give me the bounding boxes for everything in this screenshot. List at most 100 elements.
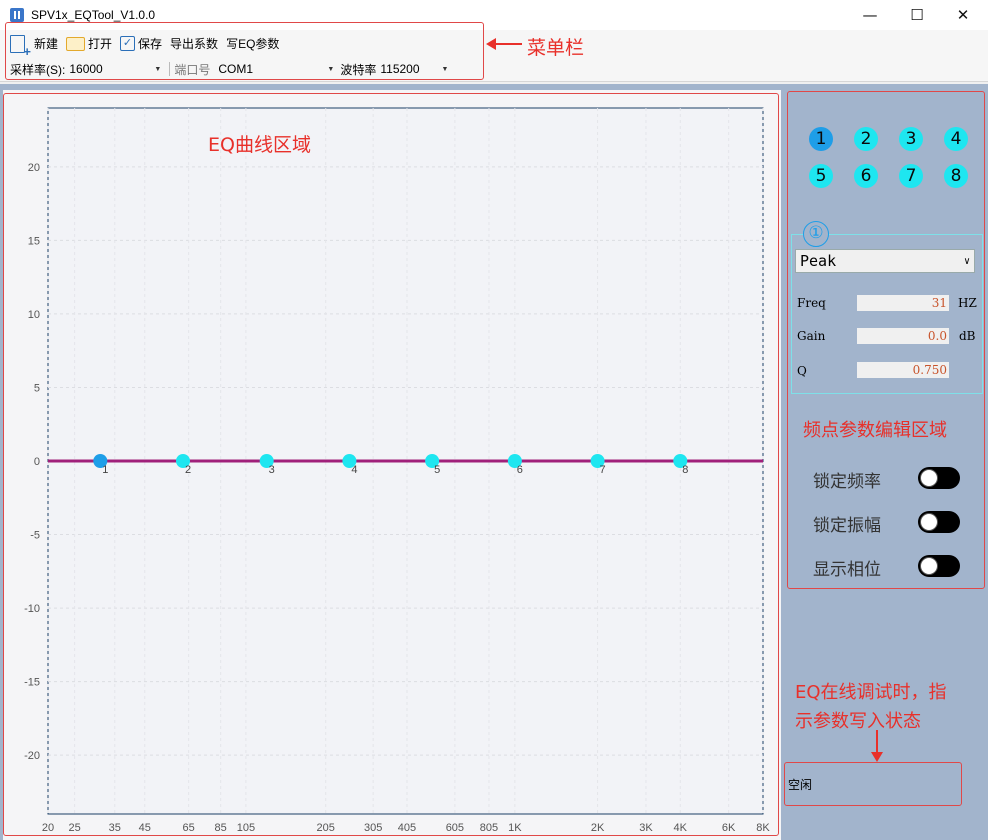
eq-band-point-label: 6 xyxy=(517,464,523,476)
x-tick-label: 805 xyxy=(480,822,498,834)
band-button-5[interactable]: 5 xyxy=(809,164,833,188)
dropdown-arrow-icon: ▼ xyxy=(327,65,335,73)
toolbar-settings: 采样率(S): 16000 ▼ 端口号 COM1 ▼ 波特率 115200 ▼ xyxy=(10,59,452,79)
menu-annotation: 菜单栏 xyxy=(527,37,585,59)
x-tick-label: 405 xyxy=(398,822,416,834)
x-tick-label: 305 xyxy=(364,822,382,834)
gain-unit: dB xyxy=(959,329,976,343)
band-button-1[interactable]: 1 xyxy=(809,127,833,151)
sample-rate-label: 采样率(S): xyxy=(10,62,66,77)
save-button[interactable]: ✓ 保存 xyxy=(120,35,162,52)
band-button-2[interactable]: 2 xyxy=(854,127,878,151)
x-tick-label: 205 xyxy=(317,822,335,834)
toggle-knob xyxy=(920,469,938,487)
band-button-8[interactable]: 8 xyxy=(944,164,968,188)
band-button-7[interactable]: 7 xyxy=(899,164,923,188)
x-tick-label: 2K xyxy=(591,822,605,834)
x-tick-label: 85 xyxy=(215,822,227,834)
folder-icon xyxy=(66,36,86,51)
app-icon xyxy=(10,8,24,22)
freq-unit: HZ xyxy=(958,296,977,310)
write-status: 空闲 xyxy=(788,778,813,792)
sample-rate-value: 16000 xyxy=(69,62,103,76)
dropdown-arrow-icon: ▼ xyxy=(441,65,449,73)
show-phase-toggle[interactable] xyxy=(918,555,960,577)
write-label: 写EQ参数 xyxy=(226,37,280,51)
eq-chart-panel: 20 15 10 5 0 -5 -10 -15 -20 20 25 35 45 65 85 105 205 305… xyxy=(3,90,781,840)
gain-label: Gain xyxy=(797,329,826,343)
band-button-4[interactable]: 4 xyxy=(944,127,968,151)
new-file-icon xyxy=(10,34,31,59)
eq-chart[interactable]: 20151050-5-10-15-2020 25 35 45 65 85 105 205 305… xyxy=(3,90,781,840)
baud-label: 波特率 xyxy=(340,62,377,77)
freq-input[interactable]: 31 xyxy=(857,295,949,311)
dropdown-arrow-icon: ▼ xyxy=(154,65,162,73)
lock-freq-toggle[interactable] xyxy=(918,467,960,489)
toolbar-actions: 新建 打开 ✓ 保存 导出系数 写EQ参数 xyxy=(10,30,287,59)
x-tick-label: 45 xyxy=(139,822,151,834)
status-note-line1: EQ在线调试时，指 xyxy=(795,682,947,703)
x-tick-label: 4K xyxy=(674,822,688,834)
y-tick-label: -20 xyxy=(24,750,40,762)
eq-band-point-label: 3 xyxy=(269,464,275,476)
y-tick-label: 5 xyxy=(34,382,40,394)
eq-band-point-label: 8 xyxy=(682,464,688,476)
x-tick-label: 6K xyxy=(722,822,736,834)
y-tick-label: 20 xyxy=(28,162,40,174)
maximize-button[interactable]: ☐ xyxy=(894,0,940,30)
port-label: 端口号 xyxy=(174,62,211,77)
new-label: 新建 xyxy=(34,37,59,51)
band-button-3[interactable]: 3 xyxy=(899,127,923,151)
window-title: SPV1x_EQTool_V1.0.0 xyxy=(31,8,156,22)
x-tick-label: 8K xyxy=(756,822,770,834)
export-coefficients-button[interactable]: 导出系数 xyxy=(170,35,218,52)
close-button[interactable]: ✕ xyxy=(940,0,986,30)
eq-area-annotation: EQ曲线区域 xyxy=(208,134,311,156)
open-button[interactable]: 打开 xyxy=(66,35,112,52)
toolbar-separator xyxy=(169,62,171,76)
baud-select[interactable]: 115200 ▼ xyxy=(376,60,452,78)
x-tick-label: 20 xyxy=(42,822,54,834)
x-tick-label: 1K xyxy=(508,822,522,834)
x-tick-label: 3K xyxy=(639,822,653,834)
q-input[interactable]: 0.750 xyxy=(857,362,949,378)
gain-input[interactable]: 0.0 xyxy=(857,328,949,344)
band-button-6[interactable]: 6 xyxy=(854,164,878,188)
menu-arrow-icon xyxy=(486,38,522,50)
save-check-icon: ✓ xyxy=(120,36,136,51)
status-arrow-icon xyxy=(871,730,883,762)
eq-band-point-label: 4 xyxy=(351,464,357,476)
y-tick-label: -5 xyxy=(30,530,40,542)
x-tick-label: 65 xyxy=(183,822,195,834)
port-select[interactable]: COM1 ▼ xyxy=(214,60,338,78)
sample-rate-select[interactable]: 16000 ▼ xyxy=(65,60,165,78)
minimize-button[interactable]: — xyxy=(847,0,893,30)
eq-band-point-label: 7 xyxy=(600,464,606,476)
filter-type-value: Peak xyxy=(800,252,837,270)
filter-type-select[interactable]: Peak ∨ xyxy=(795,249,975,273)
new-button[interactable]: 新建 xyxy=(10,34,59,59)
status-note-line2: 示参数写入状态 xyxy=(795,711,921,732)
chevron-down-icon: ∨ xyxy=(963,255,970,267)
y-tick-label: 15 xyxy=(28,235,40,247)
freq-label: Freq xyxy=(797,296,826,310)
show-phase-label: 显示相位 xyxy=(813,560,881,580)
x-tick-label: 25 xyxy=(69,822,81,834)
lock-amp-toggle[interactable] xyxy=(918,511,960,533)
lock-freq-label: 锁定频率 xyxy=(813,472,881,492)
port-value: COM1 xyxy=(218,62,254,76)
eq-band-point-label: 2 xyxy=(185,464,191,476)
save-label: 保存 xyxy=(138,37,163,51)
x-tick-label: 35 xyxy=(109,822,121,834)
toggle-knob xyxy=(920,557,938,575)
q-label: Q xyxy=(797,364,807,378)
write-eq-button[interactable]: 写EQ参数 xyxy=(226,35,279,52)
y-tick-label: 10 xyxy=(28,309,40,321)
lock-amp-label: 锁定振幅 xyxy=(813,516,881,536)
y-tick-label: 0 xyxy=(34,456,40,468)
y-tick-label: -10 xyxy=(24,603,40,615)
eq-band-point-label: 1 xyxy=(102,464,108,476)
toggle-knob xyxy=(920,513,938,531)
y-tick-label: -15 xyxy=(24,677,40,689)
editor-area-annotation: 频点参数编辑区域 xyxy=(803,420,947,441)
